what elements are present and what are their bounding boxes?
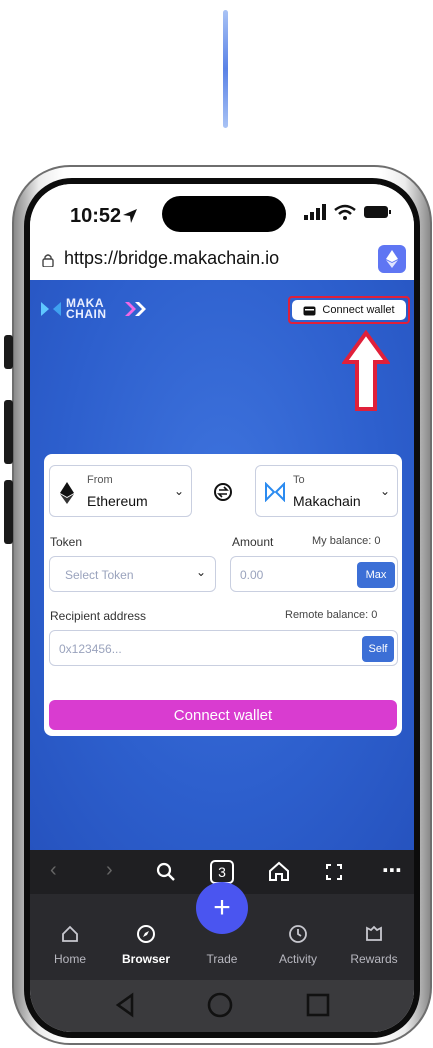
recipient-label: Recipient address xyxy=(50,609,147,623)
status-time: 10:52 xyxy=(70,205,122,227)
from-network-select[interactable]: From Ethereum ⌄ xyxy=(49,465,192,517)
bridge-card: From Ethereum ⌄ To Makachain ⌄ Token Amo… xyxy=(44,454,402,736)
from-label: From xyxy=(87,474,113,486)
tab-trade[interactable]: Trade xyxy=(192,952,252,966)
my-balance: My balance: 0 xyxy=(312,535,381,547)
chevron-down-icon: ⌄ xyxy=(380,484,391,498)
gift-icon xyxy=(366,925,382,941)
remote-balance: Remote balance: 0 xyxy=(285,609,378,621)
network-badge[interactable] xyxy=(378,245,406,273)
forward-icon[interactable]: › xyxy=(106,859,113,882)
makachain-logo-icon xyxy=(41,302,61,316)
from-network-value: Ethereum xyxy=(87,493,148,509)
phone-side-button xyxy=(4,480,13,544)
recipient-input[interactable]: 0x123456... Self xyxy=(49,630,398,666)
more-icon[interactable]: ⋯ xyxy=(382,858,403,883)
location-arrow-icon xyxy=(123,209,137,223)
lock-icon xyxy=(42,254,54,267)
search-icon[interactable] xyxy=(156,862,176,882)
tab-browser[interactable]: Browser xyxy=(116,924,176,966)
amount-placeholder: 0.00 xyxy=(240,568,264,582)
wallet-icon xyxy=(303,306,316,315)
trade-fab-button[interactable]: + xyxy=(196,882,248,934)
token-select[interactable]: Select Token ⌄ xyxy=(49,556,216,592)
status-icons xyxy=(304,204,392,220)
tab-activity[interactable]: Activity xyxy=(268,924,328,966)
home-icon[interactable] xyxy=(268,860,290,882)
to-network-select[interactable]: To Makachain ⌄ xyxy=(255,465,398,517)
recents-square-icon[interactable] xyxy=(306,993,330,1017)
up-arrow-annotation xyxy=(342,330,390,411)
amount-input[interactable]: 0.00 Max xyxy=(230,556,398,592)
dynamic-island xyxy=(162,196,286,232)
back-icon[interactable]: ‹ xyxy=(50,859,57,882)
bottom-tab-bar: + Home Browser Trade Activity Rewards xyxy=(30,882,414,980)
chevron-down-icon: ⌄ xyxy=(174,484,185,498)
tab-rewards[interactable]: Rewards xyxy=(344,924,404,966)
clock-icon xyxy=(289,925,307,943)
max-button[interactable]: Max xyxy=(357,562,395,588)
logo-wordmark: MAKA CHAIN xyxy=(66,296,107,321)
browser-url-bar[interactable]: https://bridge.makachain.io xyxy=(30,240,414,280)
to-label: To xyxy=(293,474,305,486)
url-text[interactable]: https://bridge.makachain.io xyxy=(64,248,279,269)
screenshot-stage: 10:52 https://bridge.makachain.io MAKA C… xyxy=(0,0,433,1048)
status-bar: 10:52 xyxy=(30,184,414,240)
home-icon xyxy=(62,925,78,942)
tab-count-button[interactable]: 3 xyxy=(210,860,234,884)
chevron-down-icon: ⌄ xyxy=(196,565,207,579)
battery-icon xyxy=(364,206,391,218)
connect-wallet-main-button[interactable]: Connect wallet xyxy=(49,700,397,730)
ethereum-icon xyxy=(60,482,74,504)
phone-side-button xyxy=(4,400,13,464)
fullscreen-icon[interactable] xyxy=(326,864,342,880)
connect-wallet-button-highlight: Connect wallet xyxy=(288,296,410,324)
tab-home[interactable]: Home xyxy=(40,924,100,966)
recipient-placeholder: 0x123456... xyxy=(59,642,122,656)
bridge-dapp: MAKA CHAIN Connect wallet From Ethereum … xyxy=(30,280,414,850)
token-placeholder: Select Token xyxy=(65,568,134,582)
phone-screen: 10:52 https://bridge.makachain.io MAKA C… xyxy=(30,184,414,1032)
signal-icon xyxy=(304,204,326,220)
hyperlane-logo-icon xyxy=(124,302,146,316)
makachain-network-icon xyxy=(265,482,285,502)
amount-label: Amount xyxy=(232,535,274,549)
connect-wallet-label: Connect wallet xyxy=(322,304,395,316)
decorative-line xyxy=(223,10,228,128)
to-network-value: Makachain xyxy=(293,493,361,509)
wifi-icon xyxy=(334,204,356,220)
android-system-nav xyxy=(30,980,414,1032)
token-label: Token xyxy=(50,535,83,549)
ethereum-icon xyxy=(386,250,398,268)
swap-icon[interactable] xyxy=(212,481,234,503)
makachain-logo[interactable]: MAKA CHAIN xyxy=(40,296,149,321)
home-circle-icon[interactable] xyxy=(206,991,234,1019)
self-button[interactable]: Self xyxy=(362,636,394,662)
connect-wallet-button[interactable]: Connect wallet xyxy=(292,300,406,320)
compass-icon xyxy=(137,925,155,943)
phone-side-button xyxy=(4,335,13,369)
back-triangle-icon[interactable] xyxy=(114,992,136,1018)
